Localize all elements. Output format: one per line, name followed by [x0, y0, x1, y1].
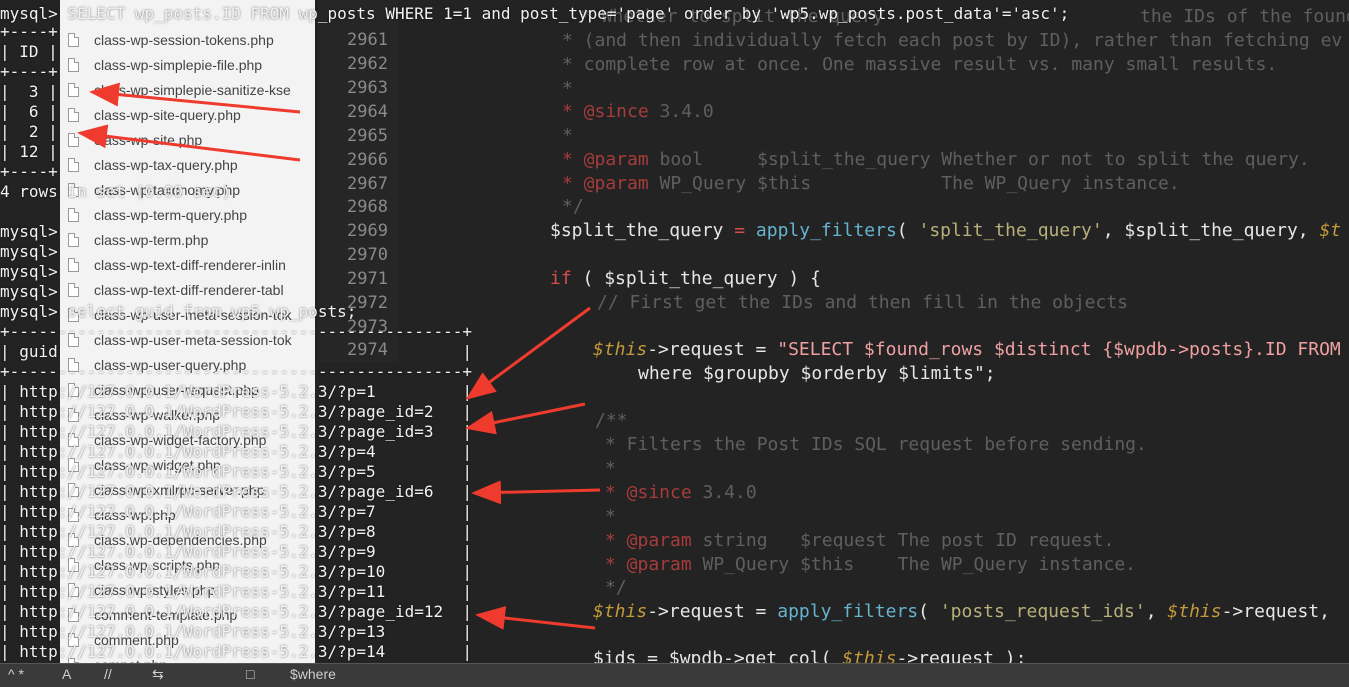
- table-row: | 6 |: [0, 102, 58, 121]
- status-item[interactable]: □: [246, 666, 254, 682]
- table-row: | http://127.0.0.1/WordPress-5.2.3/?p=8 …: [0, 522, 473, 541]
- code-line: $this->request = "SELECT $found_rows $di…: [593, 338, 1341, 362]
- table-header: | guid |: [0, 342, 473, 361]
- table-border: +---------------------------------------…: [0, 362, 473, 381]
- table-row: | http://127.0.0.1/WordPress-5.2.3/?page…: [0, 402, 473, 421]
- table-row: | http://127.0.0.1/WordPress-5.2.3/?p=7 …: [0, 502, 473, 521]
- code-text: ,: [1145, 601, 1168, 622]
- code-punct: (: [918, 601, 940, 622]
- code-this: $this: [593, 601, 648, 622]
- mysql-terminal[interactable]: mysql> SELECT wp_posts.ID FROM wp_posts …: [0, 0, 1069, 686]
- status-item[interactable]: ^ *: [8, 666, 24, 682]
- table-border: +---------------------------------------…: [0, 322, 473, 341]
- code-this: $t: [1319, 220, 1342, 241]
- table-row: | http://127.0.0.1/WordPress-5.2.3/?p=1 …: [0, 382, 473, 401]
- code-line: where $groupby $orderby $limits";: [638, 363, 996, 384]
- table-row: | 12 |: [0, 142, 58, 161]
- table-row: | http://127.0.0.1/WordPress-5.2.3/?p=5 …: [0, 462, 473, 481]
- table-row: | http://127.0.0.1/WordPress-5.2.3/?page…: [0, 482, 473, 501]
- doc-tag: * @since: [605, 482, 692, 503]
- mysql-prompt: mysql>: [0, 282, 58, 301]
- mysql-prompt: mysql>: [0, 222, 58, 241]
- code-text: ->request =: [647, 339, 778, 360]
- doc-tag: * @param: [605, 530, 692, 551]
- code-line: $split_the_query = apply_filters( 'split…: [550, 219, 1341, 243]
- table-header: | ID |: [0, 42, 58, 61]
- table-row: | http://127.0.0.1/WordPress-5.2.3/?p=10…: [0, 562, 473, 581]
- code-line: the IDs of the found p: [1140, 6, 1349, 27]
- code-line: // First get the IDs and then fill in th…: [597, 292, 1129, 313]
- code-fn: apply_filters: [777, 601, 919, 622]
- code-line: * @param WP_Query $this The WP_Query ins…: [562, 172, 1180, 196]
- table-row: | http://127.0.0.1/WordPress-5.2.3/?p=11…: [0, 582, 473, 601]
- code-line: *: [605, 458, 616, 479]
- sql-query-text: mysql> SELECT wp_posts.ID FROM wp_posts …: [0, 4, 1070, 23]
- mysql-prompt: mysql>: [0, 242, 58, 261]
- code-line: * Filters the Post IDs SQL request befor…: [605, 434, 1147, 455]
- code-text: , $split_the_query,: [1102, 220, 1320, 241]
- status-item[interactable]: //: [104, 666, 112, 682]
- table-row: | http://127.0.0.1/WordPress-5.2.3/?p=14…: [0, 642, 473, 661]
- code-this: $this: [1167, 601, 1222, 622]
- code-line: * (and then individually fetch each post…: [562, 30, 1343, 51]
- table-row: | http://127.0.0.1/WordPress-5.2.3/?page…: [0, 602, 473, 621]
- sql-query-line: mysql> SELECT wp_posts.ID FROM wp_posts …: [0, 4, 1069, 24]
- code-line: * @param bool $split_the_query Whether o…: [562, 148, 1310, 172]
- doc-text: string $request The post ID request.: [691, 530, 1115, 551]
- code-line: */: [605, 577, 627, 598]
- table-row: | http://127.0.0.1/WordPress-5.2.3/?p=4 …: [0, 442, 473, 461]
- result-summary: 4 rows in set (0.00 sec): [0, 182, 232, 201]
- status-item[interactable]: A: [62, 666, 71, 682]
- code-text: ( $split_the_query ) {: [571, 268, 821, 289]
- code-line: * @param WP_Query $this The WP_Query ins…: [605, 553, 1136, 577]
- code-line: * @param string $request The post ID req…: [605, 529, 1114, 553]
- status-item[interactable]: $where: [290, 666, 336, 682]
- code-punct: (: [896, 220, 919, 241]
- doc-text: 3.4.0: [648, 101, 714, 122]
- table-border: +----+: [0, 62, 58, 81]
- code-line: * @since 3.4.0: [605, 481, 757, 505]
- doc-text: 3.4.0: [691, 482, 757, 503]
- doc-text: bool $split_the_query Whether or not to …: [648, 149, 1310, 170]
- sql-query-line: mysql> select guid from wp5.wp_posts;: [0, 302, 357, 321]
- table-row: | http://127.0.0.1/WordPress-5.2.3/?page…: [0, 422, 473, 441]
- code-line: *: [605, 506, 616, 527]
- code-text: ->request =: [647, 601, 778, 622]
- doc-text: WP_Query $this The WP_Query instance.: [691, 554, 1137, 575]
- status-bar: ^ * A // ⇆ □ $where: [0, 663, 1349, 687]
- doc-tag: * @param: [605, 554, 692, 575]
- status-item[interactable]: ⇆: [152, 666, 164, 683]
- code-line: $this->request = apply_filters( 'posts_r…: [593, 600, 1330, 624]
- table-row: | http://127.0.0.1/WordPress-5.2.3/?p=13…: [0, 622, 473, 641]
- code-str: "SELECT $found_rows $distinct {$wpdb->po…: [777, 339, 1341, 360]
- code-fn: apply_filters: [755, 220, 897, 241]
- table-row: | 3 |: [0, 82, 58, 101]
- code-text: ->request,: [1221, 601, 1330, 622]
- code-line: * complete row at once. One massive resu…: [562, 54, 1278, 75]
- code-op: =: [723, 220, 756, 241]
- table-border: +----+: [0, 162, 58, 181]
- table-border: +----+: [0, 22, 58, 41]
- mysql-prompt: mysql>: [0, 262, 58, 281]
- code-str: 'split_the_query': [918, 220, 1103, 241]
- code-this: $this: [593, 339, 648, 360]
- code-str: 'posts_request_ids': [939, 601, 1146, 622]
- table-row: | http://127.0.0.1/WordPress-5.2.3/?p=9 …: [0, 542, 473, 561]
- table-row: | 2 |: [0, 122, 58, 141]
- doc-text: WP_Query $this The WP_Query instance.: [648, 173, 1180, 194]
